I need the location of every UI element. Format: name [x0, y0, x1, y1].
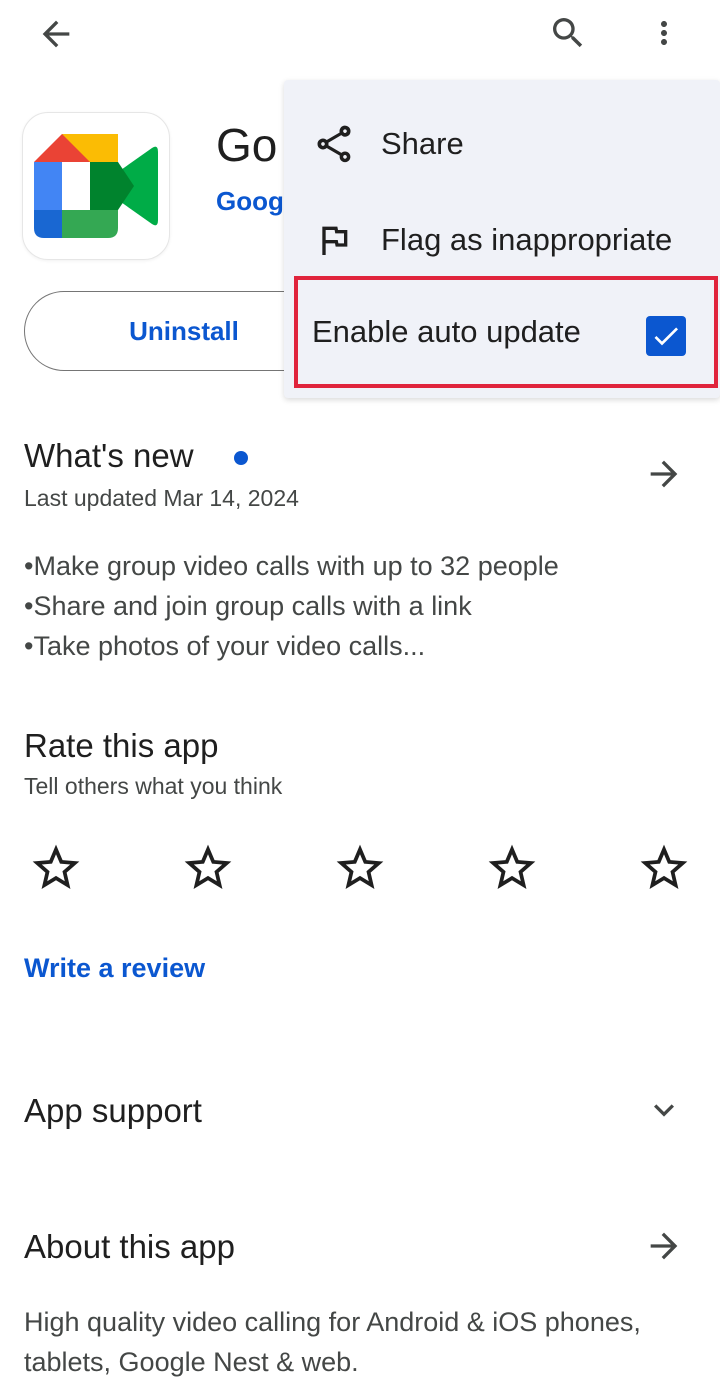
star-1-button[interactable]	[26, 838, 86, 898]
whats-new-bullet: •Make group video calls with up to 32 pe…	[24, 551, 559, 581]
chevron-down-icon	[654, 1104, 674, 1117]
menu-item-label: Enable auto update	[312, 314, 581, 349]
about-app-title: About this app	[24, 1228, 235, 1265]
more-vert-icon	[661, 21, 667, 45]
rate-app-title: Rate this app	[24, 727, 219, 764]
google-meet-logo-icon	[34, 134, 158, 238]
app-title: Go	[216, 119, 278, 171]
new-indicator-dot	[234, 451, 248, 465]
overflow-menu: Share Flag as inappropriate Enable auto …	[284, 80, 720, 398]
star-5-button[interactable]	[634, 838, 694, 898]
rate-app-subtitle: Tell others what you think	[24, 773, 283, 799]
whats-new-bullet: •Share and join group calls with a link	[24, 591, 472, 621]
menu-item-label: Flag as inappropriate	[381, 222, 673, 257]
last-updated-text: Last updated Mar 14, 2024	[24, 485, 299, 511]
app-support-title[interactable]: App support	[24, 1092, 202, 1130]
about-app-description: High quality video calling for Android &…	[24, 1307, 641, 1377]
auto-update-checkbox[interactable]	[646, 316, 686, 356]
flag-icon	[312, 218, 356, 262]
star-outline-icon	[640, 844, 688, 889]
star-outline-icon	[488, 844, 536, 889]
search-button[interactable]	[540, 8, 596, 58]
whats-new-bullet: •Take photos of your video calls...	[24, 631, 426, 661]
more-options-button[interactable]	[640, 8, 688, 58]
arrow-back-icon	[42, 20, 70, 48]
app-developer-link[interactable]: Goog	[216, 186, 286, 217]
write-review-link[interactable]: Write a review	[24, 953, 205, 984]
menu-item-enable-auto-update[interactable]: Enable auto update	[294, 276, 718, 388]
app-support-expand-button[interactable]	[636, 1082, 692, 1138]
star-outline-icon	[336, 844, 384, 889]
star-outline-icon	[184, 844, 232, 889]
whats-new-arrow-button[interactable]	[636, 446, 692, 502]
menu-item-label: Share	[381, 126, 464, 161]
menu-item-share[interactable]: Share	[284, 96, 720, 192]
app-icon	[22, 112, 170, 260]
star-3-button[interactable]	[330, 838, 390, 898]
share-icon	[312, 122, 356, 166]
menu-item-flag[interactable]: Flag as inappropriate	[284, 192, 720, 288]
arrow-forward-icon	[650, 460, 678, 488]
star-4-button[interactable]	[482, 838, 542, 898]
star-2-button[interactable]	[178, 838, 238, 898]
about-app-arrow-button[interactable]	[636, 1218, 692, 1274]
star-outline-icon	[32, 844, 80, 889]
arrow-forward-icon	[650, 1232, 678, 1260]
search-icon	[553, 18, 583, 48]
whats-new-title: What's new	[24, 437, 194, 474]
check-icon	[654, 327, 678, 346]
back-button[interactable]	[30, 10, 82, 58]
